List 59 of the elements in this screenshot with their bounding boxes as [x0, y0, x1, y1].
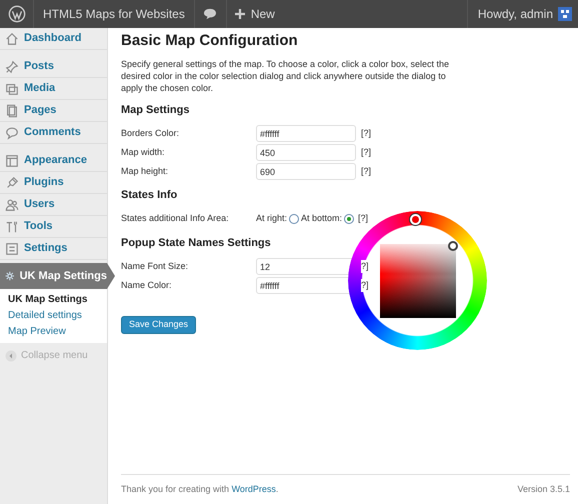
house-icon: [5, 32, 19, 46]
sidebar-item[interactable]: UK Map Settings: [0, 263, 107, 289]
sidebar-item[interactable]: Appearance: [0, 150, 107, 172]
sidebar-item[interactable]: Plugins: [0, 172, 107, 194]
input-field[interactable]: 690: [256, 163, 356, 180]
field-label: States additional Info Area:: [121, 212, 230, 226]
field-label: Name Color:: [121, 278, 173, 292]
help-link[interactable]: ?]: [361, 278, 369, 292]
field-label: Borders Color:: [121, 126, 180, 140]
new-button[interactable]: New: [226, 0, 283, 28]
sidebar-item[interactable]: Posts: [0, 56, 107, 78]
sidebar-item[interactable]: Media: [0, 78, 107, 100]
submenu-item[interactable]: Detailed settings: [0, 308, 107, 324]
section-heading: Map Settings: [121, 102, 190, 118]
help-link[interactable]: [?]: [361, 164, 372, 178]
help-link[interactable]: [?]: [361, 146, 372, 160]
plus-icon: [234, 9, 245, 19]
settings-icon: [5, 242, 19, 256]
radio-option[interactable]: At bottom:: [301, 212, 354, 226]
page-title: Basic Map Configuration: [121, 31, 299, 51]
radio-button[interactable]: [344, 214, 354, 224]
color-square[interactable]: [380, 244, 456, 318]
speech-bubble-icon: [5, 126, 19, 140]
version-text: Version 3.5.1: [517, 482, 570, 496]
help-link[interactable]: ?]: [361, 260, 369, 274]
users-icon: [5, 198, 19, 212]
intro-text: Specify general settings of the map. To choose a color, click a color box, select the desired color in the color selection dialog and click anywhere outside the dialog to apply the chosen color.: [121, 58, 450, 94]
section-heading: States Info: [121, 188, 178, 203]
radio-button[interactable]: [289, 214, 300, 224]
radio-option[interactable]: At right:: [256, 212, 300, 226]
pages-icon: [5, 104, 19, 118]
sidebar-item[interactable]: Comments: [0, 122, 107, 144]
submenu-item[interactable]: UK Map Settings: [0, 292, 107, 308]
media-icon: [5, 82, 19, 96]
sidebar-item[interactable]: Pages: [0, 100, 107, 122]
settings-icon: [5, 269, 15, 283]
save-changes-button[interactable]: Save Changes: [121, 316, 196, 334]
sidebar-item[interactable]: Dashboard: [0, 28, 107, 50]
hue-handle[interactable]: [410, 214, 421, 225]
pushpin-icon: [5, 60, 19, 74]
help-link[interactable]: [?]: [361, 126, 372, 140]
help-link[interactable]: [?]: [358, 212, 368, 226]
submenu-item[interactable]: Map Preview: [0, 324, 107, 340]
sidebar-item[interactable]: Tools: [0, 216, 107, 238]
input-field[interactable]: 450: [256, 144, 356, 161]
greeting-link[interactable]: Howdy, admin: [466, 0, 578, 28]
sidebar-item[interactable]: Users: [0, 194, 107, 216]
sidebar-item[interactable]: Settings: [0, 238, 107, 260]
footer-text: Thank you for creating with WordPress.: [121, 482, 278, 496]
wordpress-link[interactable]: WordPress: [232, 484, 276, 494]
input-field[interactable]: #ffffff: [256, 125, 356, 142]
section-heading: Popup State Names Settings: [121, 236, 271, 250]
tools-icon: [5, 220, 19, 234]
field-label: Map width:: [121, 146, 166, 159]
field-label: Map height:: [121, 164, 170, 178]
field-label: Name Font Size:: [121, 260, 190, 273]
plug-icon: [5, 176, 19, 190]
avatar-icon: [558, 7, 572, 21]
window-icon: [5, 154, 19, 168]
